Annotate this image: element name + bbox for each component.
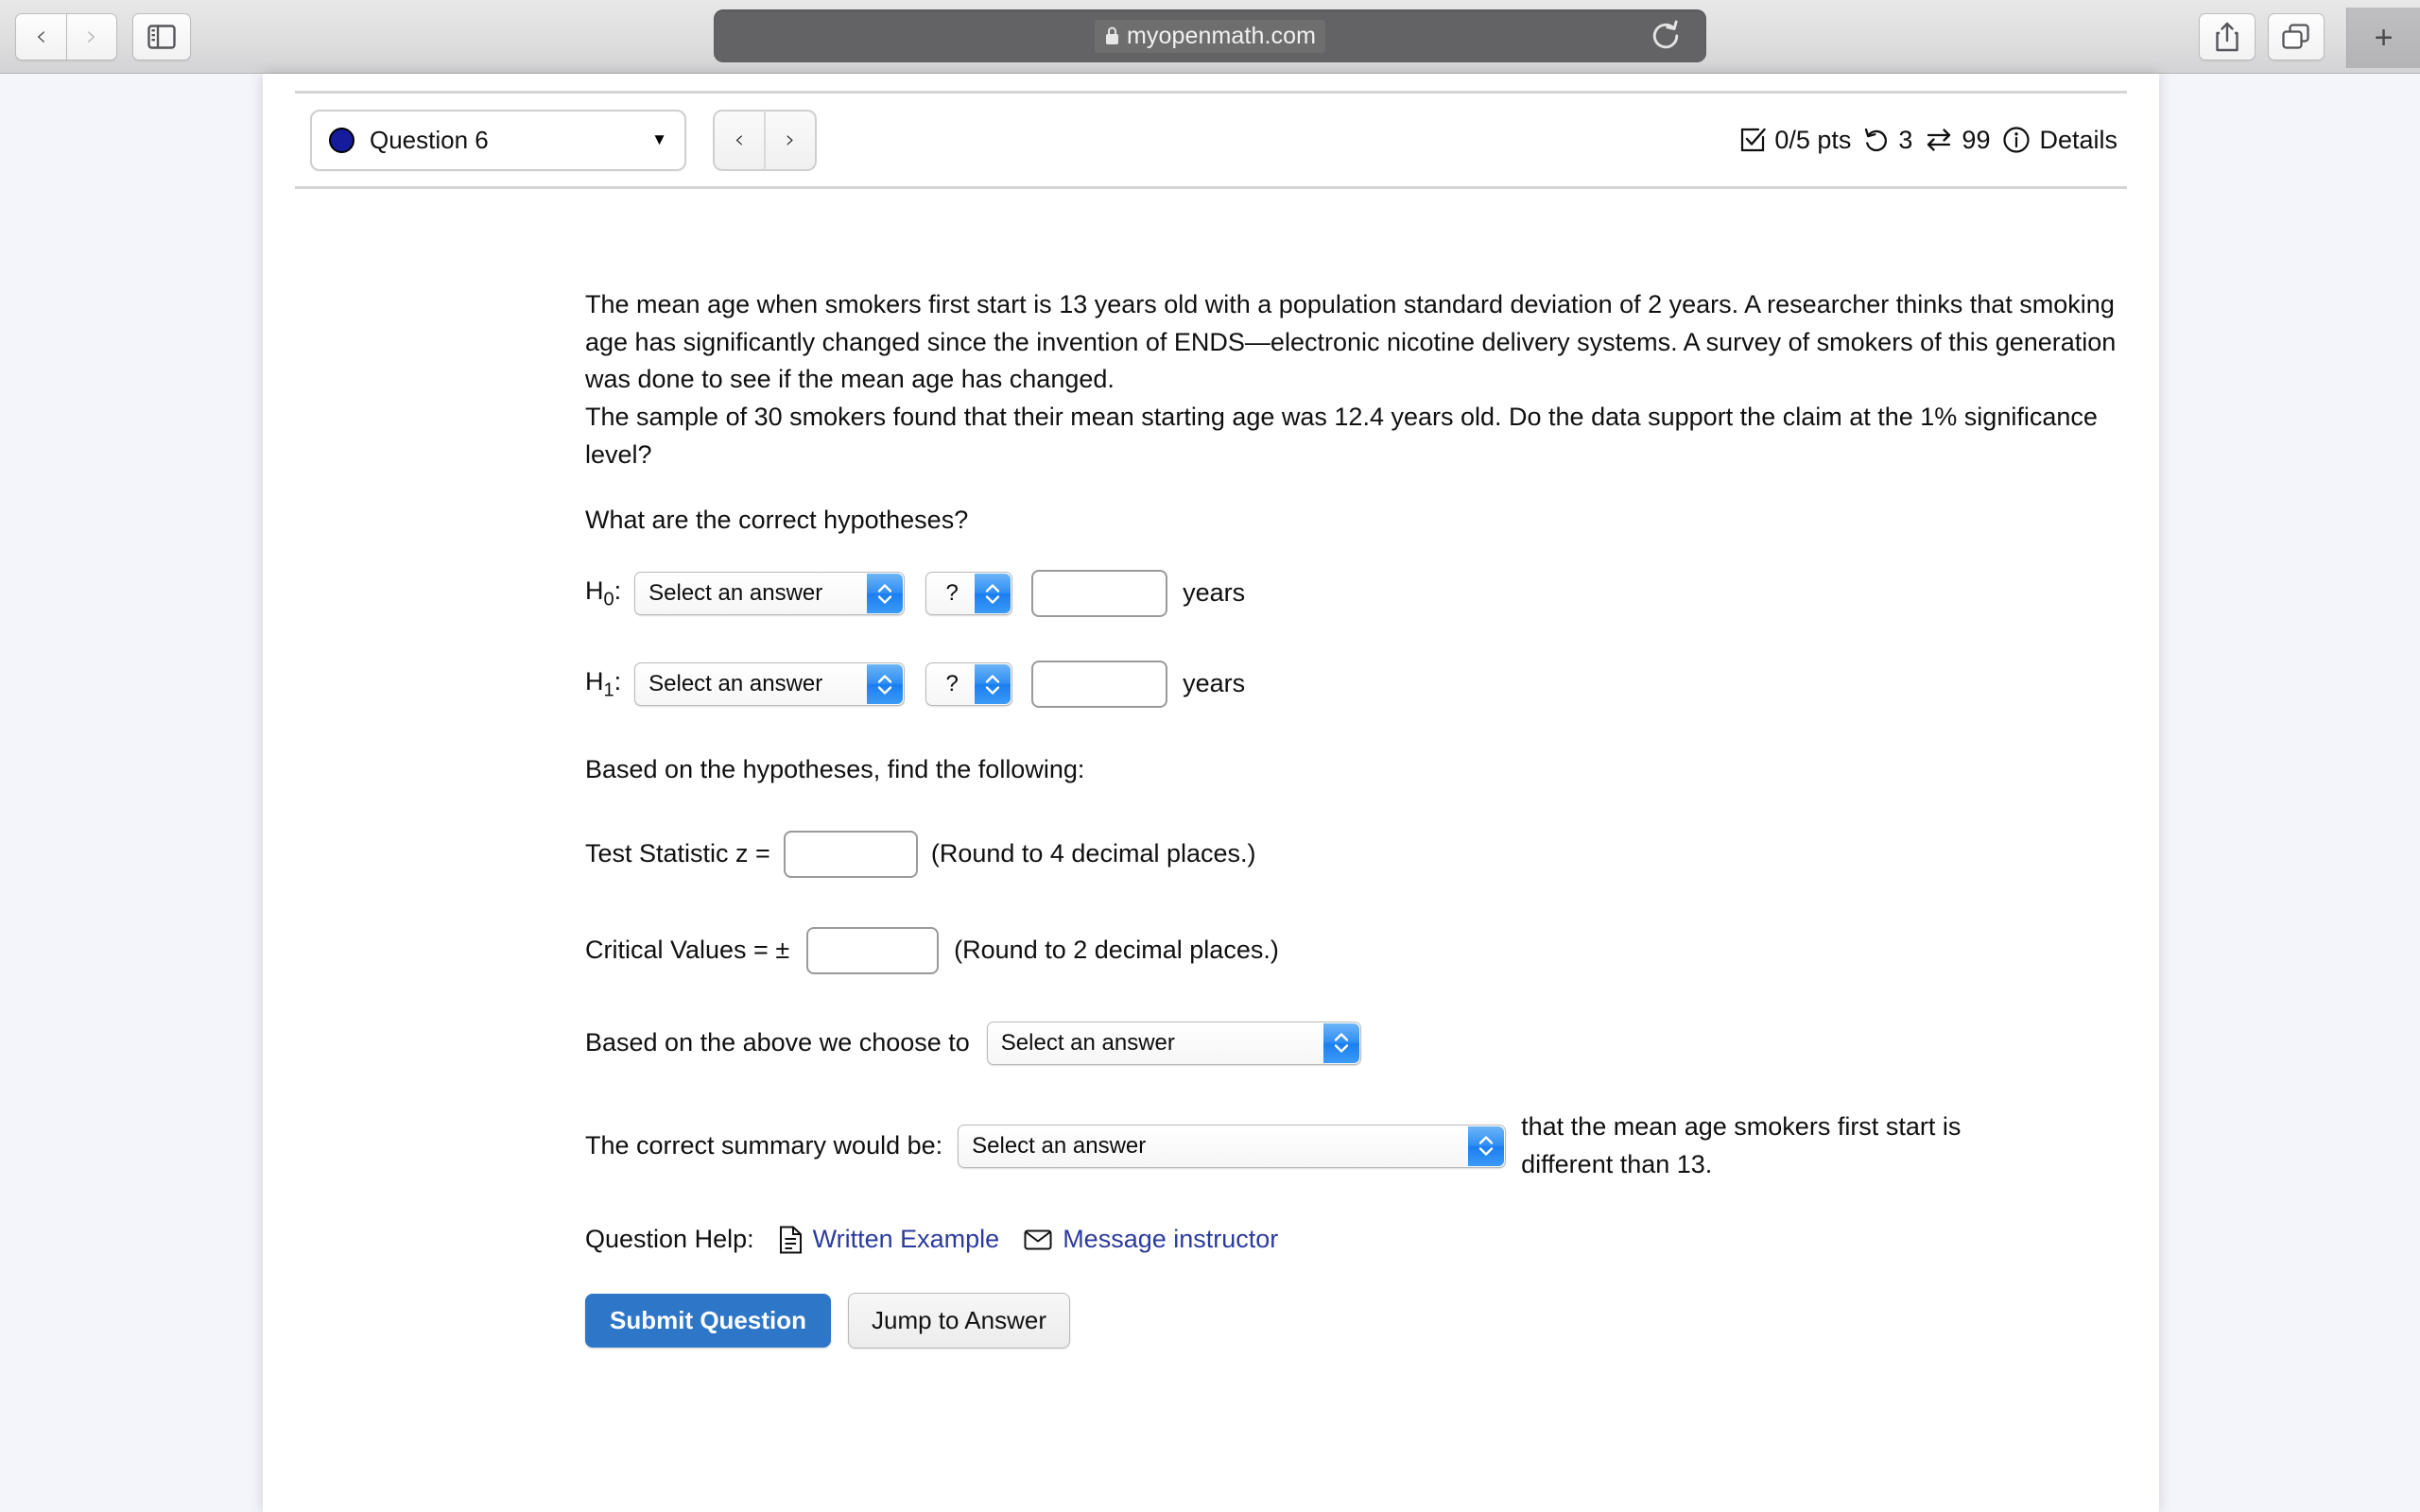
share-icon xyxy=(2216,22,2238,52)
h0-value-input[interactable] xyxy=(1031,570,1168,618)
chevron-down-icon: ▼ xyxy=(651,130,667,148)
test-statistic-label: Test Statistic z = xyxy=(585,838,770,868)
action-button-row: Submit Question Jump to Answer xyxy=(585,1292,2117,1349)
points-value: 0/5 pts xyxy=(1774,125,1852,154)
info-circle-icon xyxy=(2002,126,2031,154)
test-statistic-input[interactable] xyxy=(783,830,918,878)
versions-value: 99 xyxy=(1962,125,1991,154)
envelope-icon xyxy=(1024,1229,1052,1250)
question-header-bar: Question 6 ▼ ‹ › 0/5 pts 3 99 Details xyxy=(295,91,2127,189)
h0-row: H0: Select an answer ? years xyxy=(585,570,2117,618)
new-tab-button[interactable]: + xyxy=(2346,8,2420,68)
find-following-prompt: Based on the hypotheses, find the follow… xyxy=(585,755,1085,784)
versions-indicator: 99 xyxy=(1925,126,1990,155)
test-statistic-hint: (Round to 4 decimal places.) xyxy=(930,838,1256,868)
stepper-arrows-icon xyxy=(867,664,904,705)
question-prompt-paragraph-1: The mean age when smokers first start is… xyxy=(585,290,2117,394)
tab-overview-icon xyxy=(2282,24,2309,49)
h0-comparator-select[interactable]: ? xyxy=(925,572,1013,616)
h1-parameter-select-value: Select an answer xyxy=(648,671,823,697)
chevron-left-icon: ‹ xyxy=(35,20,47,53)
critical-values-input[interactable] xyxy=(806,926,940,974)
details-label: Details xyxy=(2039,125,2118,154)
nav-buttons-group: ‹ › xyxy=(15,13,117,60)
h1-value-input[interactable] xyxy=(1031,661,1168,709)
checkbox-icon xyxy=(1739,127,1767,153)
summary-block: The correct summary would be: Select an … xyxy=(585,1108,2117,1183)
decision-select[interactable]: Select an answer xyxy=(986,1021,1361,1065)
lock-icon xyxy=(1105,26,1118,44)
summary-select-value: Select an answer xyxy=(972,1132,1147,1159)
attempts-indicator: 3 xyxy=(1863,126,1912,155)
back-button[interactable]: ‹ xyxy=(15,13,66,60)
share-button[interactable] xyxy=(2199,13,2256,60)
attempts-value: 3 xyxy=(1898,125,1913,154)
h0-parameter-select-value: Select an answer xyxy=(648,580,823,607)
written-example-label: Written Example xyxy=(812,1225,1000,1254)
h1-parameter-select[interactable]: Select an answer xyxy=(634,662,906,707)
h0-comparator-value: ? xyxy=(945,580,959,607)
stepper-arrows-icon xyxy=(975,664,1011,705)
summary-tail-text: that the mean age smokers first start is… xyxy=(1521,1111,1962,1178)
h0-label: H0: xyxy=(585,576,622,610)
chevron-left-icon: ‹ xyxy=(734,126,745,154)
submit-question-button[interactable]: Submit Question xyxy=(585,1293,831,1348)
h1-unit-label: years xyxy=(1183,669,1246,698)
swap-arrows-icon xyxy=(1925,127,1953,153)
h1-row: H1: Select an answer ? years xyxy=(585,661,2117,709)
h0-parameter-select[interactable]: Select an answer xyxy=(634,572,906,616)
points-indicator: 0/5 pts xyxy=(1739,126,1851,155)
forward-button[interactable]: › xyxy=(66,13,117,60)
question-help-row: Question Help: Written Example Message i… xyxy=(585,1221,2117,1259)
h1-comparator-select[interactable]: ? xyxy=(925,662,1013,707)
undo-arrow-icon xyxy=(1863,127,1890,153)
critical-values-label: Critical Values = ± xyxy=(585,935,790,964)
h0-unit-label: years xyxy=(1183,578,1246,608)
question-prompt-paragraph-2: The sample of 30 smokers found that thei… xyxy=(585,403,2098,469)
document-icon xyxy=(779,1226,802,1254)
chevron-right-icon: › xyxy=(785,126,796,154)
question-status-dot xyxy=(329,127,354,153)
question-selector-label: Question 6 xyxy=(370,125,489,154)
stepper-arrows-icon xyxy=(975,574,1011,614)
plus-icon: + xyxy=(2374,20,2394,56)
tab-overview-button[interactable] xyxy=(2268,13,2325,60)
reload-icon[interactable] xyxy=(1650,20,1682,52)
stepper-arrows-icon xyxy=(867,574,904,614)
question-nav-group: ‹ › xyxy=(713,109,817,171)
question-help-label: Question Help: xyxy=(585,1225,754,1254)
details-button[interactable]: Details xyxy=(2002,126,2118,155)
h1-comparator-value: ? xyxy=(945,671,959,697)
critical-values-hint: (Round to 2 decimal places.) xyxy=(954,935,1279,964)
message-instructor-link[interactable]: Message instructor xyxy=(1024,1221,1278,1259)
sidebar-toggle-icon xyxy=(147,25,176,49)
previous-question-button[interactable]: ‹ xyxy=(713,109,765,171)
question-meta-group: 0/5 pts 3 99 Details xyxy=(1739,126,2118,155)
question-selector-dropdown[interactable]: Question 6 ▼ xyxy=(310,109,686,171)
address-bar-content: myopenmath.com xyxy=(1094,19,1326,53)
critical-values-row: Critical Values = ± (Round to 2 decimal … xyxy=(585,926,2117,974)
message-instructor-label: Message instructor xyxy=(1063,1225,1279,1254)
stepper-arrows-icon xyxy=(1322,1022,1359,1063)
browser-toolbar: ‹ › myopenmath.com + xyxy=(0,0,2420,74)
address-bar[interactable]: myopenmath.com xyxy=(714,9,1706,62)
stepper-arrows-icon xyxy=(1468,1125,1505,1166)
summary-label: The correct summary would be: xyxy=(585,1130,943,1160)
chevron-right-icon: › xyxy=(86,20,97,53)
sidebar-toggle-button[interactable] xyxy=(132,13,191,60)
summary-select[interactable]: Select an answer xyxy=(958,1124,1507,1168)
decision-label: Based on the above we choose to xyxy=(585,1027,970,1057)
written-example-link[interactable]: Written Example xyxy=(779,1221,1000,1259)
next-question-button[interactable]: › xyxy=(765,109,817,171)
decision-select-value: Select an answer xyxy=(1000,1030,1175,1057)
hypotheses-prompt: What are the correct hypotheses? xyxy=(585,506,969,535)
question-content-card: Question 6 ▼ ‹ › 0/5 pts 3 99 Details Th… xyxy=(263,74,2159,1512)
summary-row: The correct summary would be: Select an … xyxy=(585,1108,2117,1183)
question-body: The mean age when smokers first start is… xyxy=(585,286,2117,1349)
jump-to-answer-button[interactable]: Jump to Answer xyxy=(848,1292,1070,1349)
decision-row: Based on the above we choose to Select a… xyxy=(585,1021,2117,1065)
h1-label: H1: xyxy=(585,667,622,701)
test-statistic-row: Test Statistic z = (Round to 4 decimal p… xyxy=(585,830,2117,878)
url-text: myopenmath.com xyxy=(1126,22,1317,49)
